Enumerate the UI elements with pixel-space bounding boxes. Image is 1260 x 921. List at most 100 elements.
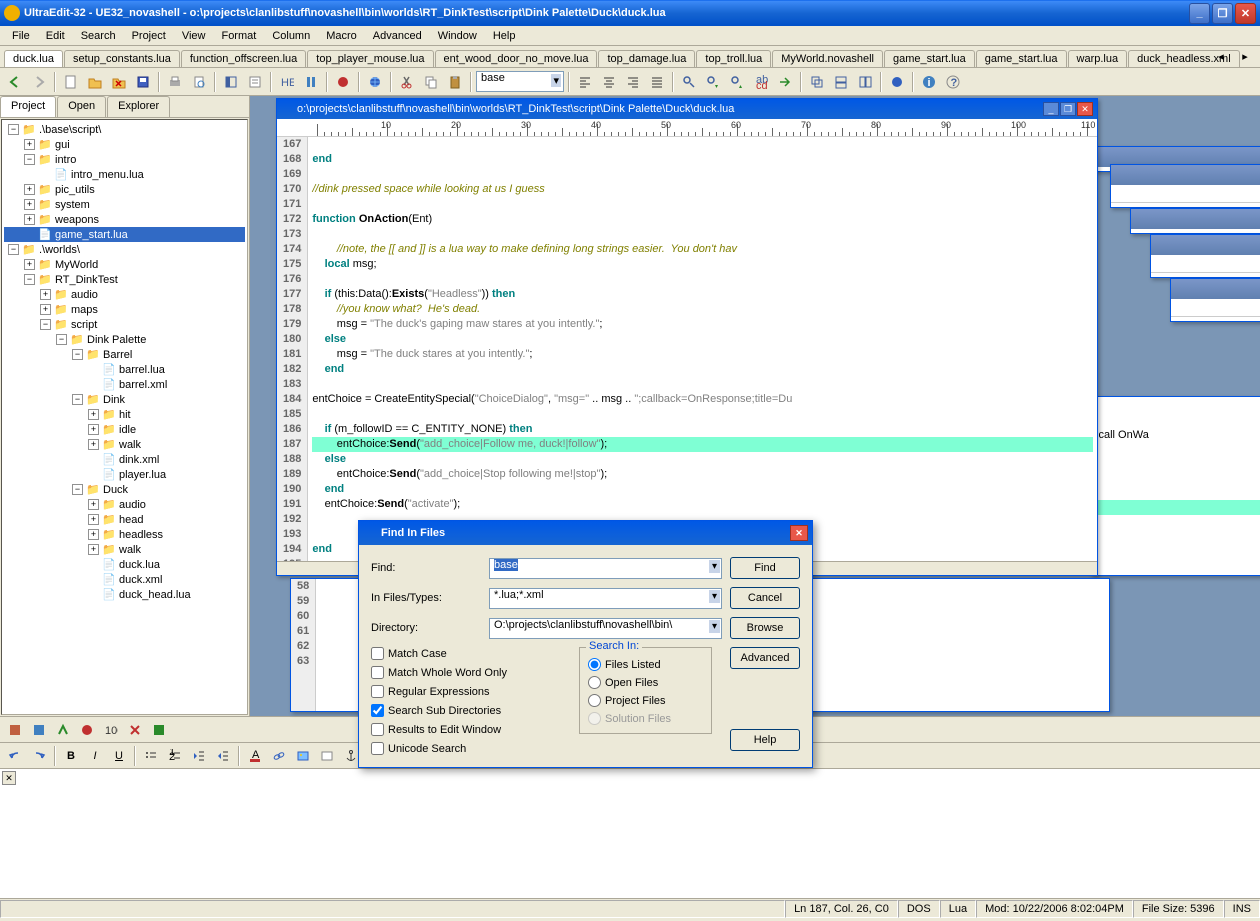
web-button[interactable] xyxy=(364,71,386,93)
tree-folder[interactable]: +📁MyWorld xyxy=(4,257,245,272)
doc-list-button[interactable] xyxy=(244,71,266,93)
menu-window[interactable]: Window xyxy=(430,28,485,44)
code-line[interactable]: else xyxy=(312,332,1093,347)
tree-expander[interactable]: + xyxy=(24,259,35,270)
redo-button[interactable] xyxy=(28,745,50,767)
code-line[interactable]: else xyxy=(312,452,1093,467)
sidebar-tab-project[interactable]: Project xyxy=(0,96,56,117)
menu-help[interactable]: Help xyxy=(485,28,524,44)
align-right-button[interactable] xyxy=(622,71,644,93)
code-line[interactable]: if (m_followID == C_ENTITY_NONE) then xyxy=(312,422,1093,437)
tool-icon[interactable] xyxy=(124,719,146,741)
find-button-dialog[interactable]: Find xyxy=(730,557,800,579)
find-prev-button[interactable] xyxy=(726,71,748,93)
tree-folder[interactable]: +📁audio xyxy=(4,287,245,302)
checkbox-results-to-edit-window[interactable]: Results to Edit Window xyxy=(371,723,561,736)
code-line[interactable]: //you know what? He's dead. xyxy=(312,302,1093,317)
code-line[interactable]: //note, the [[ and ]] is a lua way to ma… xyxy=(312,242,1093,257)
menu-macro[interactable]: Macro xyxy=(318,28,365,44)
record-macro-button[interactable] xyxy=(332,71,354,93)
file-tab[interactable]: game_start.lua xyxy=(976,50,1067,67)
outdent-button[interactable] xyxy=(188,745,210,767)
project-tree[interactable]: −📁.\base\script\+📁gui−📁intro📄intro_menu.… xyxy=(1,119,248,715)
form-button[interactable] xyxy=(316,745,338,767)
checkbox-regular-expressions[interactable]: Regular Expressions xyxy=(371,685,561,698)
tree-expander[interactable]: + xyxy=(88,499,99,510)
tree-folder[interactable]: +📁headless xyxy=(4,527,245,542)
checkbox-unicode-search[interactable]: Unicode Search xyxy=(371,742,561,755)
help-button[interactable]: ? xyxy=(942,71,964,93)
menu-edit[interactable]: Edit xyxy=(38,28,73,44)
checkbox-match-whole-word-only[interactable]: Match Whole Word Only xyxy=(371,666,561,679)
toggle-panel-button[interactable] xyxy=(220,71,242,93)
goto-button[interactable] xyxy=(774,71,796,93)
menu-advanced[interactable]: Advanced xyxy=(365,28,430,44)
find-next-button[interactable] xyxy=(702,71,724,93)
tree-file[interactable]: 📄game_start.lua xyxy=(4,227,245,242)
tree-expander[interactable]: + xyxy=(88,514,99,525)
find-input[interactable]: base xyxy=(489,558,722,579)
align-left-button[interactable] xyxy=(574,71,596,93)
tabs-scroll-left[interactable]: ◂ xyxy=(1210,45,1232,67)
code-line[interactable]: msg = "The duck stares at you intently."… xyxy=(312,347,1093,362)
file-tab[interactable]: function_offscreen.lua xyxy=(181,50,306,67)
tool-icon[interactable] xyxy=(28,719,50,741)
code-line[interactable]: if (this:Data():Exists("Headless")) then xyxy=(312,287,1093,302)
tree-folder[interactable]: +📁idle xyxy=(4,422,245,437)
print-button[interactable] xyxy=(164,71,186,93)
code-line[interactable]: msg = "The duck's gaping maw stares at y… xyxy=(312,317,1093,332)
file-tab[interactable]: duck.lua xyxy=(4,50,63,67)
replace-button[interactable]: abcd xyxy=(750,71,772,93)
code-line[interactable]: entChoice:Send("add_choice|Stop followin… xyxy=(312,467,1093,482)
open-file-button[interactable] xyxy=(84,71,106,93)
tree-expander[interactable]: − xyxy=(24,154,35,165)
copy-button[interactable] xyxy=(420,71,442,93)
tool-icon[interactable] xyxy=(4,719,26,741)
directory-input[interactable]: O:\projects\clanlibstuff\novashell\bin\ xyxy=(489,618,722,639)
code-line[interactable]: function OnAction(Ent) xyxy=(312,212,1093,227)
tree-expander[interactable]: + xyxy=(24,184,35,195)
tile-h-button[interactable] xyxy=(830,71,852,93)
web-preview-button[interactable] xyxy=(886,71,908,93)
cut-button[interactable] xyxy=(396,71,418,93)
file-tab[interactable]: setup_constants.lua xyxy=(64,50,180,67)
tree-file[interactable]: 📄duck_head.lua xyxy=(4,587,245,602)
list-button[interactable] xyxy=(140,745,162,767)
tree-expander[interactable]: − xyxy=(8,244,19,255)
tree-file[interactable]: 📄player.lua xyxy=(4,467,245,482)
file-tab[interactable]: game_start.lua xyxy=(884,50,975,67)
file-tab[interactable]: top_damage.lua xyxy=(598,50,695,67)
tree-folder[interactable]: −📁intro xyxy=(4,152,245,167)
tree-expander[interactable]: − xyxy=(72,394,83,405)
sidebar-tab-explorer[interactable]: Explorer xyxy=(107,96,170,117)
tree-expander[interactable]: + xyxy=(24,214,35,225)
tree-folder[interactable]: +📁audio xyxy=(4,497,245,512)
code-line[interactable]: end xyxy=(312,152,1093,167)
find-button[interactable] xyxy=(678,71,700,93)
tree-expander[interactable]: + xyxy=(88,439,99,450)
justify-button[interactable] xyxy=(646,71,668,93)
undo-button[interactable] xyxy=(4,745,26,767)
file-tab[interactable]: ent_wood_door_no_move.lua xyxy=(435,50,598,67)
tree-folder[interactable]: −📁.\base\script\ xyxy=(4,122,245,137)
files-input[interactable]: *.lua;*.xml xyxy=(489,588,722,609)
underline-button[interactable]: U xyxy=(108,745,130,767)
doc-close-button[interactable]: ✕ xyxy=(1077,102,1093,116)
doc-minimize-button[interactable]: _ xyxy=(1043,102,1059,116)
tree-folder[interactable]: −📁script xyxy=(4,317,245,332)
tree-expander[interactable]: − xyxy=(72,484,83,495)
tree-folder[interactable]: −📁Dink xyxy=(4,392,245,407)
code-line[interactable] xyxy=(312,197,1093,212)
code-line[interactable] xyxy=(312,227,1093,242)
tree-folder[interactable]: −📁Dink Palette xyxy=(4,332,245,347)
checkbox-search-sub-directories[interactable]: Search Sub Directories xyxy=(371,704,561,717)
file-tab[interactable]: MyWorld.novashell xyxy=(772,50,883,67)
link-button[interactable] xyxy=(268,745,290,767)
tree-expander[interactable]: + xyxy=(40,304,51,315)
file-tab[interactable]: top_player_mouse.lua xyxy=(307,50,433,67)
tree-expander[interactable]: + xyxy=(88,529,99,540)
code-line[interactable]: //dink pressed space while looking at us… xyxy=(312,182,1093,197)
tabs-scroll-right[interactable]: ▸ xyxy=(1234,45,1256,67)
indent-button[interactable] xyxy=(212,745,234,767)
italic-button[interactable]: I xyxy=(84,745,106,767)
